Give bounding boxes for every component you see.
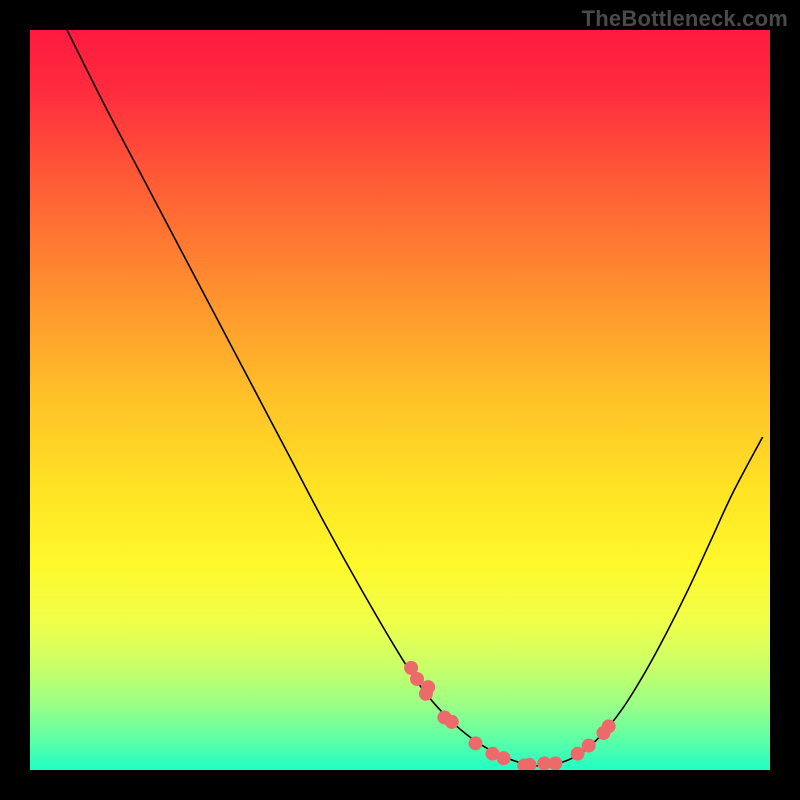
data-point [497, 751, 511, 765]
data-point [582, 739, 596, 753]
data-point [548, 756, 562, 770]
data-point [468, 736, 482, 750]
plot-area [30, 30, 770, 770]
points-layer [30, 30, 770, 770]
data-point [421, 680, 435, 694]
watermark-text: TheBottleneck.com [582, 6, 788, 32]
data-point [602, 719, 616, 733]
data-point [445, 715, 459, 729]
chart-frame: TheBottleneck.com [0, 0, 800, 800]
